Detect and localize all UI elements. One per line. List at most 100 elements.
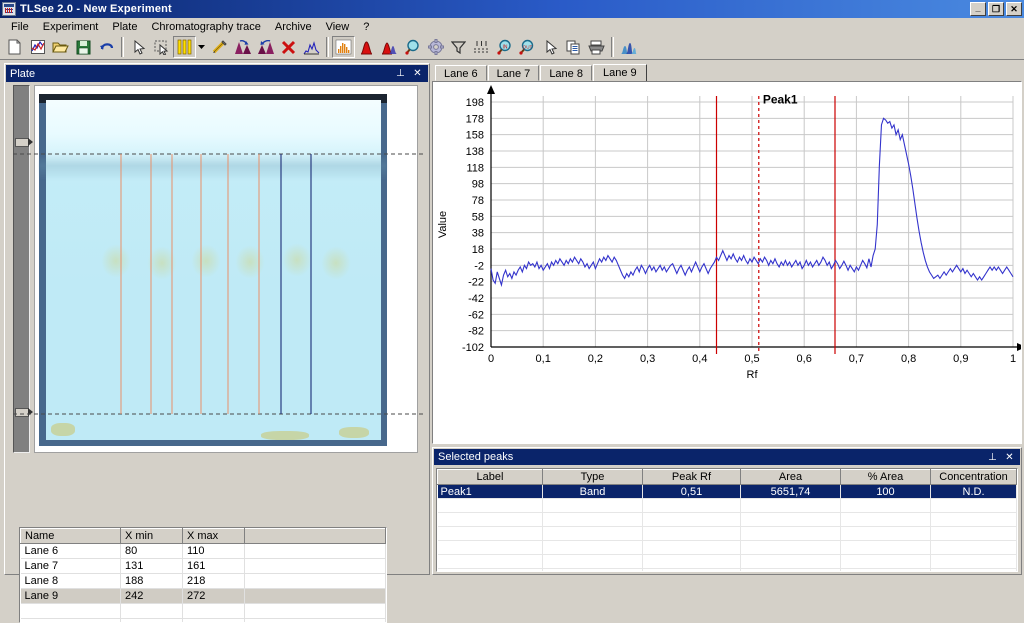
chart-xtick-label: 0,4 bbox=[692, 353, 707, 365]
plate-scroll-handle-bottom[interactable] bbox=[15, 408, 29, 417]
peak-cell-empty bbox=[643, 513, 741, 527]
copy-icon[interactable] bbox=[562, 36, 585, 58]
peaks-col-type[interactable]: Type bbox=[543, 470, 643, 485]
close-button[interactable]: ✕ bbox=[1006, 2, 1022, 16]
baseline-points-icon[interactable] bbox=[470, 36, 493, 58]
lane-table-row[interactable]: Lane 9242272 bbox=[21, 589, 386, 604]
marquee-select-icon[interactable] bbox=[150, 36, 173, 58]
plate-photo[interactable] bbox=[39, 94, 387, 446]
peak-right-icon[interactable] bbox=[254, 36, 277, 58]
peaks-col-pct-area[interactable]: % Area bbox=[841, 470, 931, 485]
lane-bands-icon[interactable] bbox=[173, 36, 196, 58]
arrow-cursor-icon[interactable] bbox=[539, 36, 562, 58]
tab-lane-8[interactable]: Lane 8 bbox=[540, 65, 592, 81]
menu-item-file[interactable]: File bbox=[4, 20, 36, 34]
lane-cell-xmin: 188 bbox=[121, 574, 183, 589]
tab-lane-9[interactable]: Lane 9 bbox=[593, 64, 647, 82]
peak-cell-empty bbox=[931, 513, 1017, 527]
lane-table-row[interactable]: Lane 8188218 bbox=[21, 574, 386, 589]
menu-item-help[interactable]: ? bbox=[356, 20, 376, 34]
peaks-col-area[interactable]: Area bbox=[741, 470, 841, 485]
peaks-empty-row[interactable] bbox=[438, 499, 1017, 513]
new-document-icon[interactable] bbox=[3, 36, 26, 58]
peak-cell-empty bbox=[643, 541, 741, 555]
lane-cell-xmin: 80 bbox=[121, 544, 183, 559]
peaks-empty-row[interactable] bbox=[438, 555, 1017, 569]
lane-table-empty-row[interactable] bbox=[21, 619, 386, 623]
lane-cell-empty bbox=[121, 604, 183, 619]
chromatogram-plot[interactable]: 1981781581381189878583818-2-22-42-62-82-… bbox=[432, 81, 1022, 444]
peaks-col-concentration[interactable]: Concentration bbox=[931, 470, 1017, 485]
plate-scroll-handle-top[interactable] bbox=[15, 138, 29, 147]
peaks-col-peak-rf[interactable]: Peak Rf bbox=[643, 470, 741, 485]
lane-col-name[interactable]: Name bbox=[21, 529, 121, 544]
peaks-empty-row[interactable] bbox=[438, 513, 1017, 527]
plate-body bbox=[8, 84, 426, 456]
peak-cell-empty bbox=[438, 499, 543, 513]
print-icon[interactable] bbox=[585, 36, 608, 58]
lane-col-xmin[interactable]: X min bbox=[121, 529, 183, 544]
gear-icon[interactable] bbox=[424, 36, 447, 58]
peaks-col-label[interactable]: Label bbox=[438, 470, 543, 485]
peak-left-icon[interactable] bbox=[231, 36, 254, 58]
lane-table-empty-row[interactable] bbox=[21, 604, 386, 619]
lane-cell-filler bbox=[245, 589, 386, 604]
lane-cell-name: Lane 9 bbox=[21, 589, 121, 604]
chart-ytick-label: 98 bbox=[472, 179, 484, 191]
restore-button[interactable]: ❐ bbox=[988, 2, 1004, 16]
peak-cell-empty bbox=[841, 499, 931, 513]
peaks-pin-button[interactable]: ⊥ bbox=[984, 449, 1001, 466]
plate-image-frame[interactable] bbox=[34, 85, 418, 453]
selected-peaks-grid[interactable]: Label Type Peak Rf Area % Area Concentra… bbox=[436, 468, 1018, 572]
menu-item-chromatography-trace[interactable]: Chromatography trace bbox=[144, 20, 267, 34]
peak-cell-empty bbox=[543, 499, 643, 513]
spectrum-icon[interactable] bbox=[617, 36, 640, 58]
menu-item-plate[interactable]: Plate bbox=[105, 20, 144, 34]
bar-chart-orange-icon[interactable] bbox=[332, 36, 355, 58]
histogram-blue-icon[interactable] bbox=[300, 36, 323, 58]
open-folder-icon[interactable] bbox=[49, 36, 72, 58]
peaks-empty-row[interactable] bbox=[438, 527, 1017, 541]
selected-peaks-panel: Selected peaks ⊥ ✕ Label Type Peak Rf Ar… bbox=[432, 447, 1022, 575]
chart-xtick-label: 0,2 bbox=[588, 353, 603, 365]
minimize-button[interactable]: _ bbox=[970, 2, 986, 16]
dropdown-arrow-icon[interactable] bbox=[196, 36, 208, 58]
tab-lane-6[interactable]: Lane 6 bbox=[435, 65, 487, 81]
menu-item-experiment[interactable]: Experiment bbox=[36, 20, 106, 34]
chart-ytick-label: 58 bbox=[472, 211, 484, 223]
peak-cell-empty bbox=[841, 541, 931, 555]
zoom-out-icon[interactable]: OUT bbox=[516, 36, 539, 58]
lane-cell-empty bbox=[245, 619, 386, 623]
lane-table[interactable]: Name X min X max Lane 680110Lane 7131161… bbox=[19, 527, 387, 623]
save-disk-icon[interactable] bbox=[72, 36, 95, 58]
lane-col-xmax[interactable]: X max bbox=[183, 529, 245, 544]
tab-lane-7[interactable]: Lane 7 bbox=[488, 65, 540, 81]
peak-cell-empty bbox=[438, 513, 543, 527]
menu-item-archive[interactable]: Archive bbox=[268, 20, 319, 34]
peak-multi-icon[interactable] bbox=[378, 36, 401, 58]
chart-ytick-label: 18 bbox=[472, 244, 484, 256]
pencil-draw-icon[interactable] bbox=[208, 36, 231, 58]
lane-table-row[interactable]: Lane 7131161 bbox=[21, 559, 386, 574]
chart-ytick-label: -2 bbox=[474, 260, 484, 272]
zoom-in-icon[interactable]: IN bbox=[493, 36, 516, 58]
peaks-table-row[interactable]: Peak1Band0,515651,74100N.D. bbox=[438, 485, 1017, 499]
delete-cross-icon[interactable] bbox=[277, 36, 300, 58]
lane-table-row[interactable]: Lane 680110 bbox=[21, 544, 386, 559]
peak-cell-empty bbox=[438, 569, 543, 573]
menu-item-view[interactable]: View bbox=[319, 20, 357, 34]
peaks-empty-row[interactable] bbox=[438, 541, 1017, 555]
peaks-empty-row[interactable] bbox=[438, 569, 1017, 573]
plate-close-button[interactable]: ✕ bbox=[409, 65, 426, 82]
lane-cell-xmin: 242 bbox=[121, 589, 183, 604]
undo-icon[interactable] bbox=[95, 36, 118, 58]
magnifier-icon[interactable] bbox=[401, 36, 424, 58]
filter-funnel-icon[interactable] bbox=[447, 36, 470, 58]
chart-ytick-label: 138 bbox=[466, 146, 484, 158]
new-chart-icon[interactable] bbox=[26, 36, 49, 58]
pointer-select-icon[interactable] bbox=[127, 36, 150, 58]
peak-cell-empty bbox=[841, 513, 931, 527]
peak-fill-red-icon[interactable] bbox=[355, 36, 378, 58]
plate-pin-button[interactable]: ⊥ bbox=[392, 65, 409, 82]
peaks-close-button[interactable]: ✕ bbox=[1001, 449, 1018, 466]
